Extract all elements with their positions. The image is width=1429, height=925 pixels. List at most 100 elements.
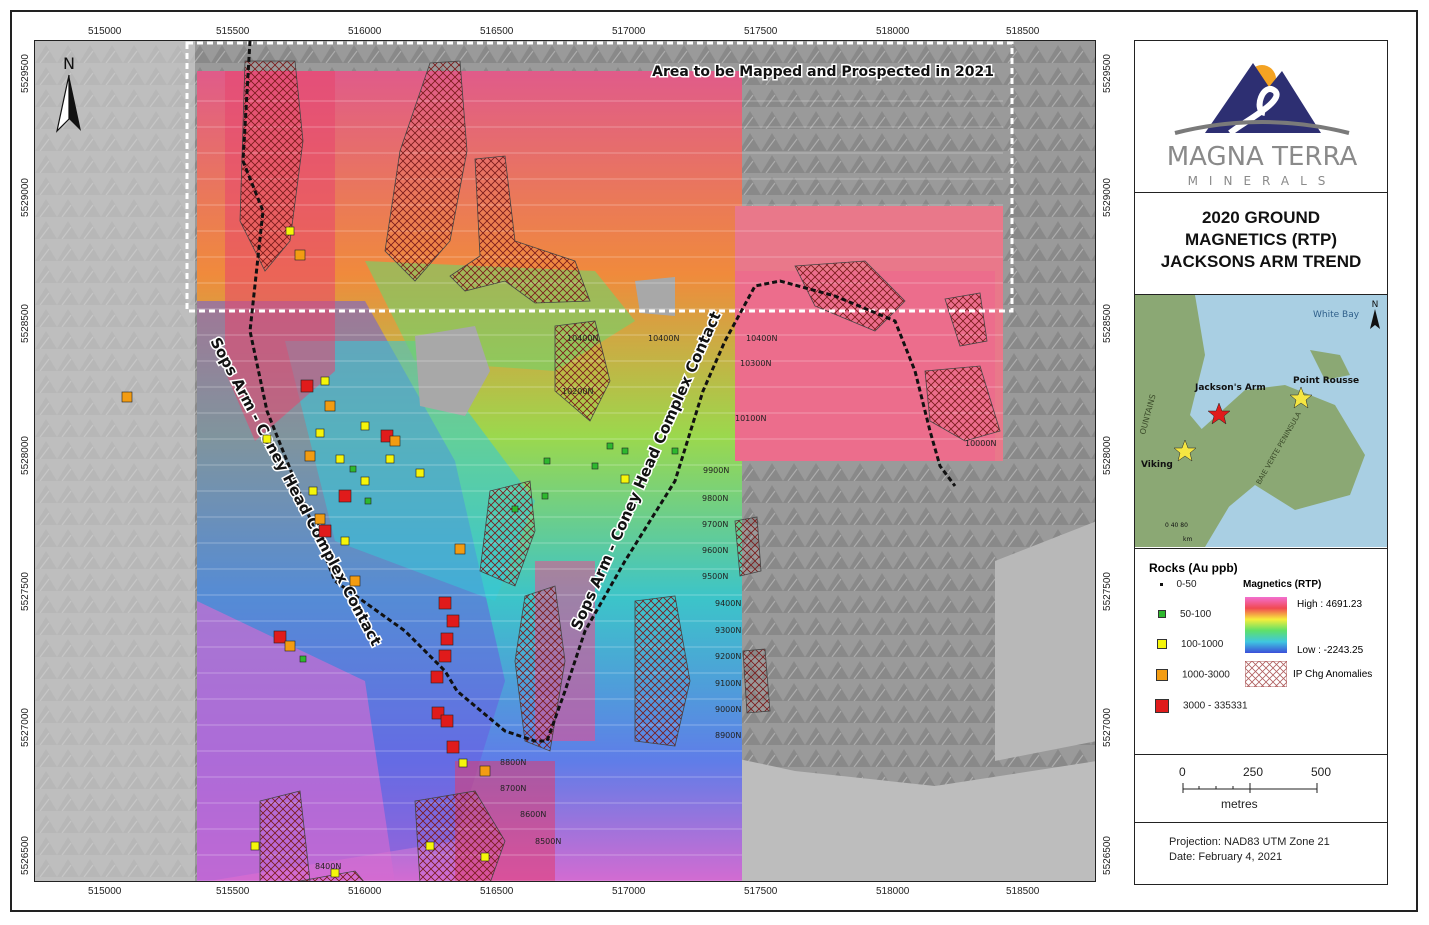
relief-west	[35, 41, 195, 881]
rock-sample-marker[interactable]	[385, 454, 395, 464]
title-block: 2020 GROUND MAGNETICS (RTP) JACKSONS ARM…	[1135, 193, 1387, 295]
scale-bar-block: 0 250 500 metres	[1135, 755, 1387, 823]
rock-sample-marker[interactable]	[304, 450, 316, 462]
rock-sample-marker[interactable]	[620, 474, 630, 484]
rock-sample-marker[interactable]	[330, 868, 340, 878]
rock-sample-marker[interactable]	[324, 400, 336, 412]
legend-rock-symbol	[1159, 582, 1163, 586]
svg-text:Jackson's Arm: Jackson's Arm	[1194, 383, 1266, 393]
x-tick-label-top: 515000	[88, 26, 122, 37]
line-label: 9900N	[703, 466, 729, 475]
line-label: 10300N	[740, 359, 771, 368]
rock-sample-marker[interactable]	[543, 457, 551, 465]
line-label: 9700N	[702, 520, 728, 529]
rock-sample-marker[interactable]	[314, 513, 326, 525]
rock-sample-marker[interactable]	[340, 536, 350, 546]
y-tick-label-right: 5528000	[1102, 436, 1113, 475]
rock-sample-marker[interactable]	[299, 655, 307, 663]
svg-text:N: N	[63, 54, 75, 73]
legend-rock-row: 50-100	[1149, 609, 1211, 620]
y-tick-label-left: 5528500	[20, 304, 31, 343]
scale-label: 250	[1243, 765, 1264, 779]
rock-sample-marker[interactable]	[438, 649, 452, 663]
x-tick-label-top: 515500	[216, 26, 250, 37]
line-label: 9800N	[702, 494, 728, 503]
x-tick-label-bottom: 518000	[876, 886, 910, 897]
rock-sample-marker[interactable]	[262, 434, 272, 444]
logo-subname: MINERALS	[1188, 174, 1337, 188]
svg-text:White Bay: White Bay	[1313, 310, 1360, 320]
rock-sample-marker[interactable]	[360, 421, 370, 431]
rock-sample-marker[interactable]	[285, 226, 295, 236]
rock-sample-marker[interactable]	[294, 249, 306, 261]
line-label: 10000N	[965, 439, 996, 448]
legend-rock-label: 1000-3000	[1182, 669, 1230, 681]
rock-sample-marker[interactable]	[458, 758, 468, 768]
x-tick-label-top: 517000	[612, 26, 646, 37]
rock-sample-marker[interactable]	[250, 841, 260, 851]
rock-sample-marker[interactable]	[318, 524, 332, 538]
rock-sample-marker[interactable]	[606, 442, 614, 450]
rock-sample-marker[interactable]	[438, 596, 452, 610]
svg-text:Viking: Viking	[1141, 460, 1173, 470]
rock-sample-marker[interactable]	[349, 465, 357, 473]
rock-sample-marker[interactable]	[511, 505, 519, 513]
rock-sample-marker[interactable]	[300, 379, 314, 393]
rock-sample-marker[interactable]	[315, 428, 325, 438]
line-label: 10400N	[648, 334, 679, 343]
legend-ip-label: IP Chg Anomalies	[1293, 669, 1373, 680]
rock-sample-marker[interactable]	[338, 489, 352, 503]
line-label: 9600N	[702, 546, 728, 555]
rock-sample-marker[interactable]	[440, 714, 454, 728]
x-tick-label-bottom: 516500	[480, 886, 514, 897]
legend-rock-row: 100-1000	[1149, 639, 1223, 650]
water-east	[995, 521, 1095, 761]
svg-text:N: N	[1372, 300, 1379, 310]
rock-sample-marker[interactable]	[591, 462, 599, 470]
legend-rock-symbol	[1155, 699, 1169, 713]
line-label: 8500N	[535, 837, 561, 846]
y-tick-label-right: 5527000	[1102, 708, 1113, 747]
rock-sample-marker[interactable]	[121, 391, 133, 403]
rock-sample-marker[interactable]	[308, 486, 318, 496]
magnetics-map[interactable]: Area to be Mapped and Prospected in 2021…	[35, 41, 1096, 882]
map-frame[interactable]: Area to be Mapped and Prospected in 2021…	[34, 40, 1096, 882]
scale-unit: metres	[1221, 797, 1258, 811]
rock-sample-marker[interactable]	[320, 376, 330, 386]
rock-sample-marker[interactable]	[335, 454, 345, 464]
line-label: 9100N	[715, 679, 741, 688]
y-tick-label-left: 5526500	[20, 836, 31, 875]
rock-sample-marker[interactable]	[621, 447, 629, 455]
rock-sample-marker[interactable]	[446, 740, 460, 754]
rock-sample-marker[interactable]	[273, 630, 287, 644]
inset-map[interactable]: White Bay Jackson's Arm Point Rousse Vik…	[1135, 295, 1387, 547]
rock-sample-marker[interactable]	[446, 614, 460, 628]
x-tick-label-bottom: 518500	[1006, 886, 1040, 897]
rock-sample-marker[interactable]	[430, 670, 444, 684]
rock-sample-marker[interactable]	[480, 852, 490, 862]
rock-sample-marker[interactable]	[425, 841, 435, 851]
rock-sample-marker[interactable]	[479, 765, 491, 777]
x-tick-label-bottom: 515500	[216, 886, 250, 897]
rock-sample-marker[interactable]	[440, 632, 454, 646]
legend-rocks-title: Rocks (Au ppb)	[1149, 561, 1238, 575]
rock-sample-marker[interactable]	[671, 447, 679, 455]
rock-sample-marker[interactable]	[541, 492, 549, 500]
line-label: 9500N	[702, 572, 728, 581]
rock-sample-marker[interactable]	[415, 468, 425, 478]
legend-block: Rocks (Au ppb) 0-50 50-100 100-1000 1000-30…	[1135, 549, 1387, 755]
rock-sample-marker[interactable]	[364, 497, 372, 505]
x-tick-label-top: 518000	[876, 26, 910, 37]
rock-sample-marker[interactable]	[284, 640, 296, 652]
rock-sample-marker[interactable]	[349, 575, 361, 587]
y-tick-label-right: 5528500	[1102, 304, 1113, 343]
rock-sample-marker[interactable]	[360, 476, 370, 486]
rock-sample-marker[interactable]	[389, 435, 401, 447]
y-tick-label-left: 5527000	[20, 708, 31, 747]
date-text: Date: February 4, 2021	[1169, 851, 1283, 863]
location-inset[interactable]: White Bay Jackson's Arm Point Rousse Vik…	[1135, 295, 1387, 549]
legend-rock-row: 1000-3000	[1149, 669, 1230, 681]
rock-sample-marker[interactable]	[454, 543, 466, 555]
y-tick-label-right: 5526500	[1102, 836, 1113, 875]
legend-rock-label: 3000 - 335331	[1183, 700, 1248, 712]
